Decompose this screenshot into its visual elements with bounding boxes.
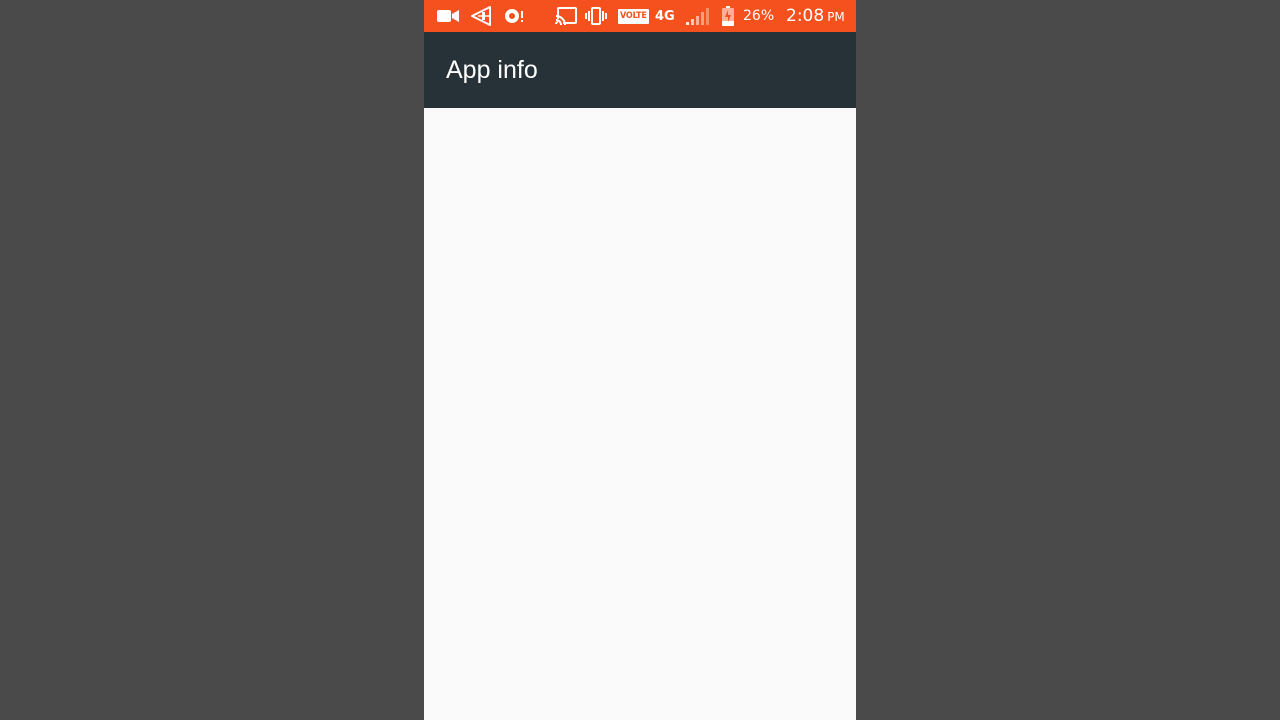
volte-badge: VOLTE [618, 9, 649, 24]
battery-percent: 26% [743, 8, 775, 24]
network-type: 4G [655, 9, 675, 24]
video-camera-icon [436, 0, 460, 32]
page-title: App info [446, 56, 538, 84]
clock-time: 2:08 [786, 6, 825, 26]
app-bar: App info [424, 32, 856, 108]
phone-screen: VOLTE 4G 26% 2:08 PM App info [424, 0, 856, 720]
content-area [424, 108, 856, 720]
status-bar: VOLTE 4G 26% 2:08 PM [424, 0, 856, 32]
send-icon [469, 0, 493, 32]
signal-icon [685, 0, 709, 32]
screen-recorder-icon [502, 0, 526, 32]
clock: 2:08 PM [786, 0, 845, 32]
vibrate-icon [584, 0, 608, 32]
battery-charging-icon [720, 0, 736, 32]
cast-icon [554, 0, 578, 32]
clock-ampm: PM [827, 10, 845, 24]
